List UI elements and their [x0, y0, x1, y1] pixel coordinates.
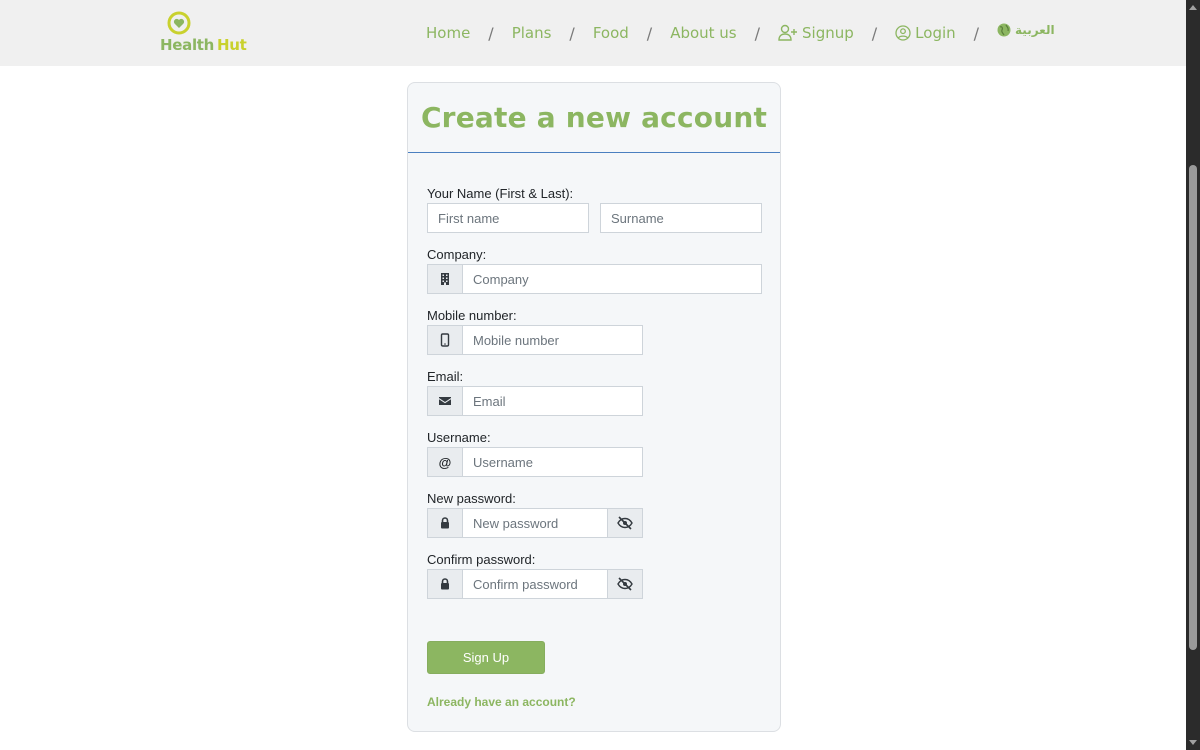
nav-separator: / — [871, 23, 878, 43]
mobile-phone-icon — [440, 333, 450, 347]
new-password-input[interactable] — [462, 508, 608, 538]
site-header: Health Hut Home / Plans / Food / About us… — [0, 0, 1186, 66]
nav-separator: / — [646, 23, 653, 43]
username-addon: @ — [427, 447, 463, 477]
surname-input[interactable] — [600, 203, 762, 233]
lock-icon — [441, 578, 449, 590]
logo[interactable]: Health Hut — [160, 10, 247, 58]
heart-logo-icon — [167, 11, 191, 35]
scroll-up-arrow-icon[interactable] — [1189, 5, 1197, 10]
nav-language-label: العربية — [1015, 23, 1055, 37]
nav-food[interactable]: Food — [593, 24, 629, 42]
company-label: Company: — [427, 247, 487, 262]
username-input[interactable] — [462, 447, 643, 477]
toggle-new-password-button[interactable] — [607, 508, 643, 538]
username-label: Username: — [427, 430, 491, 445]
lock-icon — [441, 517, 449, 529]
at-sign-icon: @ — [438, 454, 452, 470]
confirm-password-input[interactable] — [462, 569, 608, 599]
confirm-password-label: Confirm password: — [427, 552, 536, 567]
toggle-confirm-password-button[interactable] — [607, 569, 643, 599]
nav-login-label: Login — [915, 24, 956, 42]
nav-separator: / — [973, 23, 980, 43]
page-title: Create a new account — [420, 101, 768, 134]
user-circle-icon — [895, 25, 911, 41]
card-header: Create a new account — [408, 83, 780, 153]
nav-about[interactable]: About us — [670, 24, 736, 42]
user-plus-icon — [778, 24, 798, 41]
nav-separator: / — [569, 23, 575, 43]
nav-language[interactable]: العربية — [997, 23, 1055, 37]
email-label: Email: — [427, 369, 464, 384]
company-addon — [427, 264, 463, 294]
mobile-label: Mobile number: — [427, 308, 517, 323]
nav-signup-label: Signup — [802, 24, 854, 42]
nav-separator: / — [754, 23, 761, 43]
login-link[interactable]: Already have an account? — [427, 695, 576, 709]
email-input[interactable] — [462, 386, 643, 416]
nav-login[interactable]: Login — [895, 24, 956, 42]
signup-card: Create a new account Your Name (First & … — [407, 82, 781, 732]
eye-slash-icon — [617, 516, 633, 530]
email-addon — [427, 386, 463, 416]
company-input[interactable] — [462, 264, 762, 294]
nav-home[interactable]: Home — [426, 24, 470, 42]
main-nav: Home / Plans / Food / About us / Signup … — [426, 0, 1055, 66]
nav-signup[interactable]: Signup — [778, 24, 854, 42]
scrollbar[interactable] — [1186, 0, 1200, 750]
new-password-label: New password: — [427, 491, 516, 506]
eye-slash-icon — [617, 577, 633, 591]
confirm-password-addon — [427, 569, 463, 599]
mobile-addon — [427, 325, 463, 355]
first-name-input[interactable] — [427, 203, 589, 233]
nav-plans[interactable]: Plans — [512, 24, 552, 42]
name-label: Your Name (First & Last): — [427, 186, 574, 201]
building-icon — [441, 273, 449, 285]
nav-separator: / — [488, 23, 494, 43]
logo-text: Health Hut — [160, 36, 247, 54]
logo-word-hut: Hut — [217, 36, 247, 54]
new-password-addon — [427, 508, 463, 538]
scroll-down-arrow-icon[interactable] — [1189, 740, 1197, 745]
logo-word-health: Health — [160, 36, 215, 54]
globe-icon — [997, 23, 1011, 37]
envelope-icon — [439, 397, 451, 405]
mobile-input[interactable] — [462, 325, 643, 355]
sign-up-button[interactable]: Sign Up — [427, 641, 545, 674]
scroll-thumb[interactable] — [1189, 165, 1197, 650]
